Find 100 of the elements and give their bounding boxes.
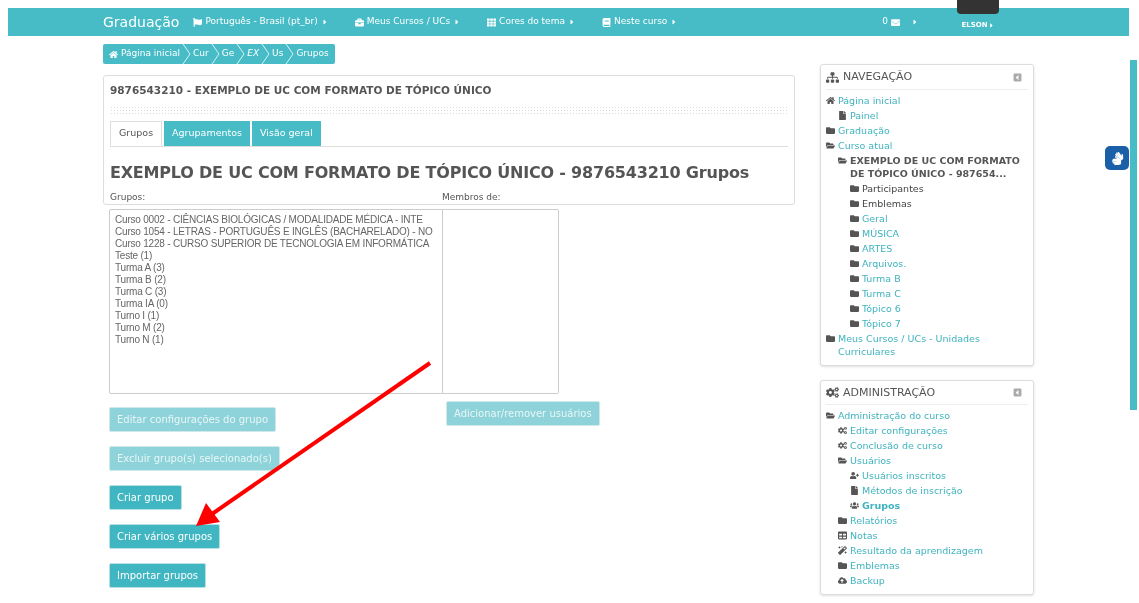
groups-listbox[interactable] — [109, 209, 443, 395]
tree-item[interactable]: Arquivos. — [862, 256, 907, 270]
tree-item[interactable]: Resultado da aprendizagem — [850, 544, 983, 557]
tree-item[interactable]: Conclusão de curso — [850, 439, 943, 452]
sitemap-icon — [826, 70, 839, 84]
grid-icon — [487, 17, 497, 27]
collapse-icon[interactable] — [1013, 72, 1022, 82]
tree-item[interactable]: Meus Cursos / UCs - Unidades Curriculares — [838, 331, 1028, 358]
tree-item[interactable]: Notas — [850, 529, 878, 542]
tree-item[interactable]: Curso atual — [838, 138, 893, 152]
menu-item[interactable]: Cores do tema — [487, 15, 576, 29]
briefcase-icon — [354, 17, 364, 27]
hands-icon — [1110, 151, 1124, 165]
tree-item[interactable]: Administração do curso — [838, 409, 950, 422]
tree-item[interactable]: Página inicial — [838, 93, 901, 107]
group-option[interactable]: Turno N (1) — [115, 334, 437, 347]
folder-icon — [826, 333, 835, 343]
group-option[interactable]: Turma IA (0) — [115, 298, 437, 311]
action-button[interactable]: Importar grupos — [109, 563, 207, 589]
collapse-icon[interactable] — [1013, 388, 1022, 398]
tree-item[interactable]: Tópico 6 — [862, 301, 901, 315]
caret-icon — [911, 18, 919, 26]
folder-icon — [850, 288, 859, 298]
tree-item[interactable]: Usuários inscritos — [862, 469, 946, 482]
gears-icon — [838, 441, 847, 450]
file-icon — [838, 110, 847, 120]
menu-item[interactable]: Português - Brasil (pt_br) — [193, 15, 329, 29]
folder-icon — [850, 318, 859, 328]
tree-item[interactable]: Editar configurações — [850, 424, 948, 437]
breadcrumb-link[interactable]: Página inicial — [109, 47, 180, 61]
group-option[interactable]: Curso 0002 - CIÊNCIAS BIOLÓGICAS / MODALIDADE MÉDICA - INTE — [115, 214, 437, 227]
users-icon — [850, 501, 859, 510]
table-icon — [838, 531, 847, 540]
gears-icon — [826, 386, 839, 400]
folder-icon — [850, 273, 859, 283]
home-icon — [826, 95, 835, 105]
tree-item[interactable]: Métodos de inscrição — [862, 484, 963, 497]
folder-icon — [850, 183, 859, 193]
group-option[interactable]: Curso 1228 - CURSO SUPERIOR DE TECNOLOGIA EM INFORMÁTICA — [115, 238, 437, 251]
menu-item[interactable]: Meus Cursos / UCs — [354, 15, 462, 29]
tree-item[interactable]: Tópico 7 — [862, 316, 901, 330]
tree-item[interactable]: Turma C — [862, 286, 901, 300]
tree-item[interactable]: ARTES — [862, 241, 893, 255]
accessibility-button[interactable] — [1105, 146, 1129, 170]
tree-item[interactable]: MÚSICA — [862, 226, 900, 240]
tree-item: Emblemas — [862, 196, 912, 210]
chevron-icon — [285, 44, 295, 64]
wand-icon — [838, 546, 847, 555]
group-option[interactable]: Curso 1054 - LETRAS - PORTUGUÊS E INGLÊS (BACHARELADO) - NO — [115, 226, 437, 239]
course-title: 9876543210 - EXEMPLO DE UC COM FORMATO DE TÓPICO ÚNICO — [110, 83, 493, 98]
tree-item[interactable]: Backup — [850, 574, 885, 587]
folder-icon — [838, 155, 847, 165]
field-label: Membros de: — [442, 190, 501, 204]
tree-item: Participantes — [862, 181, 924, 195]
tree-item[interactable]: Relatórios — [850, 514, 898, 527]
folder-icon — [838, 516, 847, 525]
tree-item[interactable]: Painel — [850, 108, 879, 122]
tree-item[interactable]: Grupos — [862, 499, 901, 512]
folder-icon — [826, 411, 835, 420]
chevron-icon — [210, 44, 220, 64]
envelope-icon — [891, 17, 900, 27]
gears-icon — [838, 426, 847, 435]
tree-item[interactable]: Graduação — [838, 123, 890, 137]
book-icon — [601, 17, 611, 27]
folder-icon — [838, 456, 847, 465]
tree-item[interactable]: Geral — [862, 211, 888, 225]
tab[interactable]: Grupos — [110, 120, 163, 146]
breadcrumb-link[interactable]: Us — [272, 47, 284, 61]
group-option[interactable]: Turma A (3) — [115, 262, 437, 275]
action-button[interactable]: Criar grupo — [109, 485, 182, 511]
brand-link[interactable]: Graduação — [103, 11, 180, 33]
folder-icon — [850, 303, 859, 313]
breadcrumb-link[interactable]: Grupos — [296, 47, 329, 61]
breadcrumb-link[interactable]: Cur — [193, 47, 209, 61]
action-button[interactable]: Criar vários grupos — [109, 524, 221, 550]
tab[interactable]: Agrupamentos — [164, 120, 250, 146]
breadcrumb-link[interactable]: EX — [247, 47, 260, 61]
folder-icon — [850, 213, 859, 223]
tree-item[interactable]: Usuários — [850, 454, 892, 467]
tab[interactable]: Visão geral — [252, 120, 321, 146]
group-option[interactable]: Teste (1) — [115, 250, 437, 263]
group-option[interactable]: Turma C (3) — [115, 286, 437, 299]
chevron-icon — [182, 44, 191, 64]
breadcrumb-link[interactable]: Ge — [221, 47, 235, 61]
tree-item[interactable]: Emblemas — [850, 559, 900, 572]
cloud-icon — [838, 576, 847, 585]
chevron-icon — [261, 44, 271, 64]
group-option[interactable]: Turno I (1) — [115, 310, 437, 323]
group-option[interactable]: Turma B (2) — [115, 274, 437, 287]
folder-icon — [850, 228, 859, 238]
tree-item[interactable]: Turma B — [862, 271, 901, 285]
caret-icon — [987, 21, 995, 29]
menu-item[interactable]: Neste curso — [601, 15, 679, 29]
group-option[interactable]: Turno M (2) — [115, 322, 437, 335]
folder-icon — [850, 198, 859, 208]
flag-icon — [193, 17, 203, 27]
chevron-icon — [236, 44, 246, 64]
page-heading: EXEMPLO DE UC COM FORMATO DE TÓPICO ÚNICO - 9876543210 Grupos — [110, 162, 750, 183]
messages-menu[interactable]: 0 — [882, 15, 919, 29]
folder-icon — [826, 140, 835, 150]
